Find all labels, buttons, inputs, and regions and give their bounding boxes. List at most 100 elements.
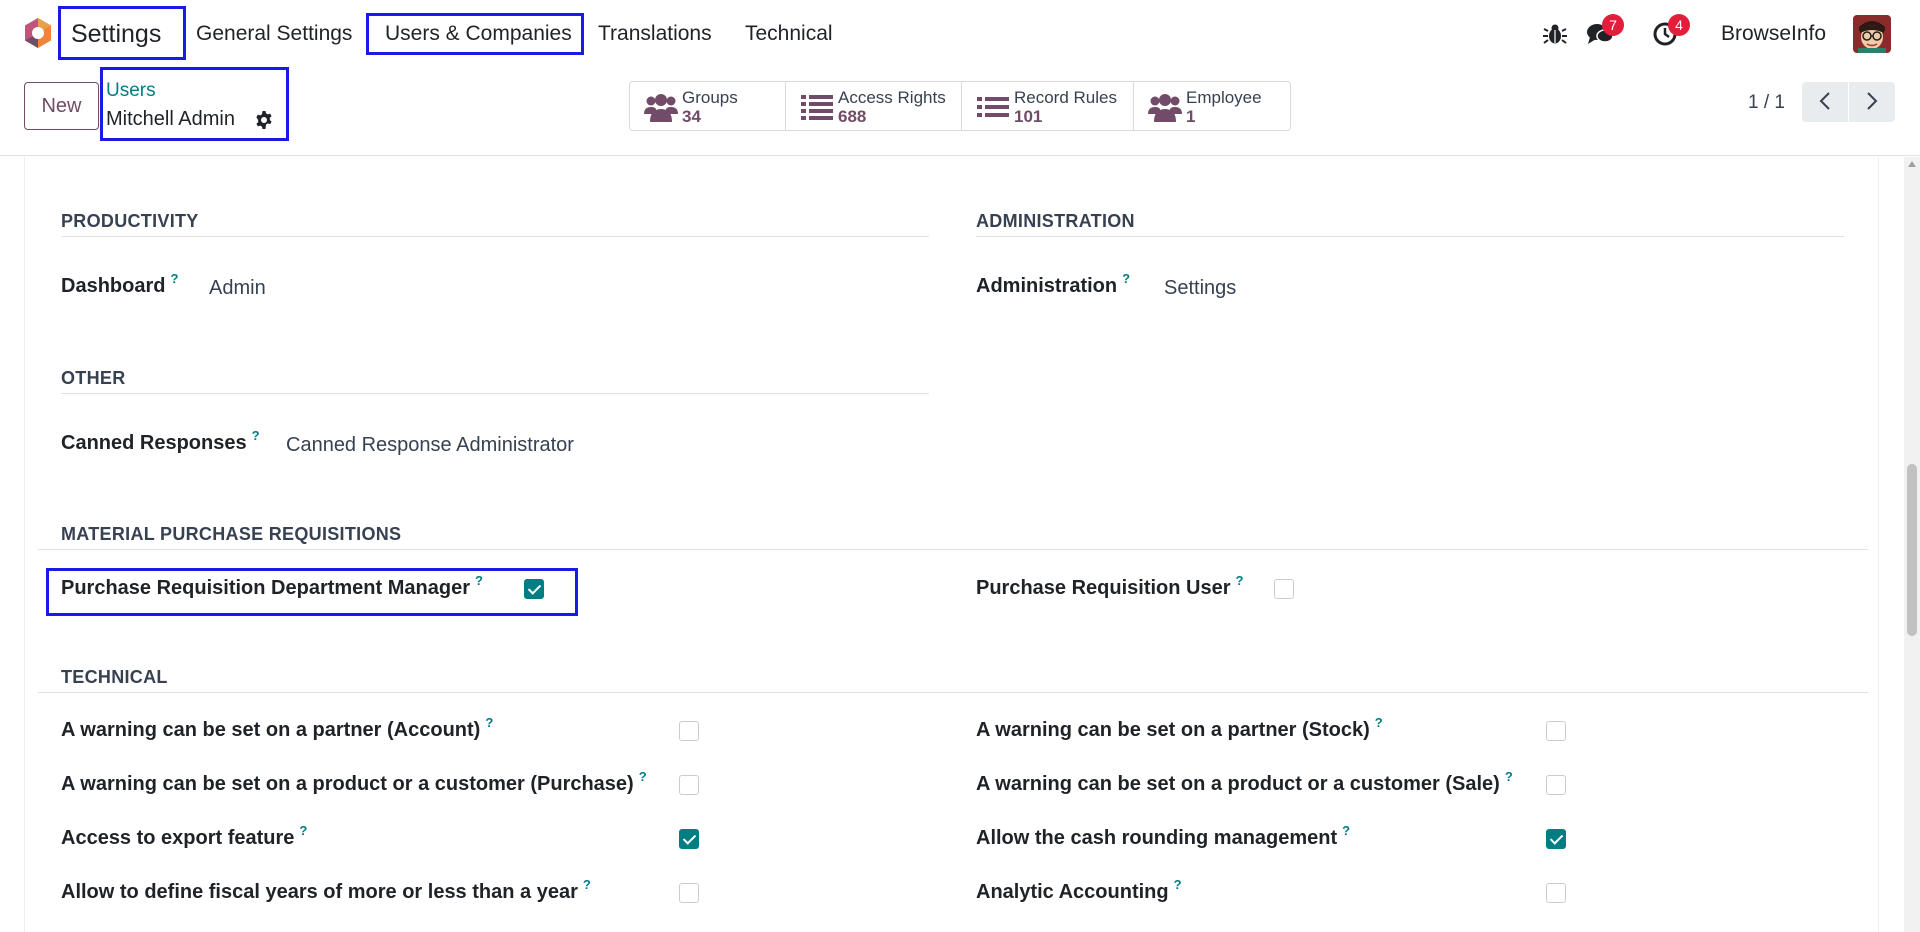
menu-general-settings[interactable]: General Settings [196, 0, 352, 68]
checkbox-warning-account[interactable] [679, 721, 699, 741]
checkbox-purchase-user[interactable] [1274, 579, 1294, 599]
debug-bug-icon[interactable] [1540, 19, 1570, 49]
field-label-cash-rounding: Allow the cash rounding management? [976, 823, 1350, 850]
field-label-purchase-dept-manager: Purchase Requisition Department Manager? [61, 573, 483, 600]
list-icon [801, 95, 833, 120]
field-label-dashboard: Dashboard? [61, 271, 178, 298]
breadcrumb-current-record: Mitchell Admin [106, 108, 235, 130]
field-label-text: Canned Responses [61, 432, 247, 454]
field-label-warning-account: A warning can be set on a partner (Accou… [61, 715, 493, 742]
smart-button-label: Access Rights [838, 88, 946, 107]
app-logo-icon[interactable] [22, 17, 54, 49]
form-view: PRODUCTIVITY Dashboard? Admin ADMINISTRA… [0, 157, 1920, 932]
pager-previous-button[interactable] [1802, 82, 1848, 122]
help-tooltip-icon[interactable]: ? [639, 769, 647, 784]
activities-button[interactable]: 4 [1651, 14, 1690, 49]
smart-buttons-bar: Groups 34 Access Rights 688 Record Rules… [629, 81, 1291, 131]
pager-value[interactable]: 1 / 1 [1748, 92, 1785, 114]
chevron-right-icon [1867, 91, 1878, 110]
help-tooltip-icon[interactable]: ? [1342, 823, 1350, 838]
smart-button-value: 34 [682, 107, 701, 126]
field-value-dashboard[interactable]: Admin [209, 277, 266, 300]
help-tooltip-icon[interactable]: ? [485, 715, 493, 730]
field-label-text: Allow the cash rounding management [976, 827, 1338, 849]
smart-button-employee[interactable]: Employee 1 [1134, 82, 1290, 130]
field-label-administration: Administration? [976, 271, 1130, 298]
section-title-other: OTHER [61, 368, 126, 388]
field-label-export-feature: Access to export feature? [61, 823, 307, 850]
checkbox-purchase-dept-manager[interactable] [524, 579, 544, 599]
checkbox-warning-sale[interactable] [1546, 775, 1566, 795]
help-tooltip-icon[interactable]: ? [1236, 573, 1244, 588]
smart-button-label: Employee [1186, 88, 1262, 107]
field-label-text: A warning can be set on a product or a c… [61, 773, 634, 795]
help-tooltip-icon[interactable]: ? [1122, 271, 1130, 286]
app-title[interactable]: Settings [71, 0, 161, 68]
messages-button[interactable]: 7 [1585, 14, 1624, 49]
section-title-technical: TECHNICAL [61, 667, 168, 687]
smart-button-access-rights[interactable]: Access Rights 688 [786, 82, 962, 130]
section-title-administration: ADMINISTRATION [976, 211, 1135, 231]
field-label-text: A warning can be set on a partner (Accou… [61, 719, 481, 741]
scroll-up-arrow-icon[interactable] [1908, 161, 1916, 167]
field-label-purchase-user: Purchase Requisition User? [976, 573, 1243, 600]
checkbox-cash-rounding[interactable] [1546, 829, 1566, 849]
field-label-text: Purchase Requisition User [976, 577, 1231, 599]
pager-next-button[interactable] [1849, 82, 1895, 122]
checkbox-warning-purchase[interactable] [679, 775, 699, 795]
smart-button-groups[interactable]: Groups 34 [630, 82, 786, 130]
help-tooltip-icon[interactable]: ? [170, 271, 178, 286]
field-label-text: A warning can be set on a product or a c… [976, 773, 1500, 795]
menu-users-companies[interactable]: Users & Companies [385, 0, 572, 68]
field-label-text: A warning can be set on a partner (Stock… [976, 719, 1370, 741]
checkbox-analytic-accounting[interactable] [1546, 883, 1566, 903]
smart-button-value: 1 [1186, 107, 1196, 126]
user-menu-name[interactable]: BrowseInfo [1721, 0, 1826, 68]
section-title-material-purchase: MATERIAL PURCHASE REQUISITIONS [61, 524, 402, 544]
smart-button-label: Groups [682, 88, 738, 107]
field-label-warning-sale: A warning can be set on a product or a c… [976, 769, 1513, 796]
menu-technical[interactable]: Technical [745, 0, 833, 68]
field-label-text: Dashboard [61, 275, 166, 297]
menu-translations[interactable]: Translations [598, 0, 712, 68]
help-tooltip-icon[interactable]: ? [252, 428, 260, 443]
checkbox-warning-stock[interactable] [1546, 721, 1566, 741]
gear-icon[interactable] [254, 110, 274, 130]
smart-button-value: 688 [838, 107, 867, 126]
list-icon [977, 97, 1009, 117]
help-tooltip-icon[interactable]: ? [583, 877, 591, 892]
messages-badge: 7 [1602, 14, 1624, 36]
field-label-text: Access to export feature [61, 827, 295, 849]
section-divider [976, 236, 1844, 237]
checkbox-export-feature[interactable] [679, 829, 699, 849]
section-divider [38, 549, 1868, 550]
users-icon [1148, 94, 1182, 122]
field-label-text: Purchase Requisition Department Manager [61, 577, 470, 599]
section-title-productivity: PRODUCTIVITY [61, 211, 199, 231]
field-value-administration[interactable]: Settings [1164, 277, 1236, 300]
help-tooltip-icon[interactable]: ? [1505, 769, 1513, 784]
control-panel: New Users Mitchell Admin Groups 34 Acces… [0, 67, 1920, 156]
checkbox-fiscal-years[interactable] [679, 883, 699, 903]
new-record-button[interactable]: New [24, 82, 99, 130]
field-value-canned-responses[interactable]: Canned Response Administrator [286, 434, 574, 457]
help-tooltip-icon[interactable]: ? [299, 823, 307, 838]
vertical-scrollbar[interactable] [1904, 157, 1920, 932]
section-divider [38, 692, 1868, 693]
chevron-left-icon [1819, 91, 1830, 110]
help-tooltip-icon[interactable]: ? [475, 573, 483, 588]
section-divider [61, 236, 929, 237]
user-avatar[interactable] [1853, 15, 1891, 53]
scrollbar-thumb[interactable] [1907, 464, 1917, 636]
smart-button-record-rules[interactable]: Record Rules 101 [962, 82, 1134, 130]
smart-button-label: Record Rules [1014, 88, 1117, 107]
field-label-text: Analytic Accounting [976, 881, 1169, 903]
field-label-canned-responses: Canned Responses? [61, 428, 260, 455]
help-tooltip-icon[interactable]: ? [1375, 715, 1383, 730]
field-label-text: Administration [976, 275, 1118, 297]
field-label-warning-stock: A warning can be set on a partner (Stock… [976, 715, 1383, 742]
users-icon [644, 94, 678, 122]
section-divider [61, 393, 929, 394]
help-tooltip-icon[interactable]: ? [1174, 877, 1182, 892]
breadcrumb-parent-users[interactable]: Users [106, 80, 156, 102]
